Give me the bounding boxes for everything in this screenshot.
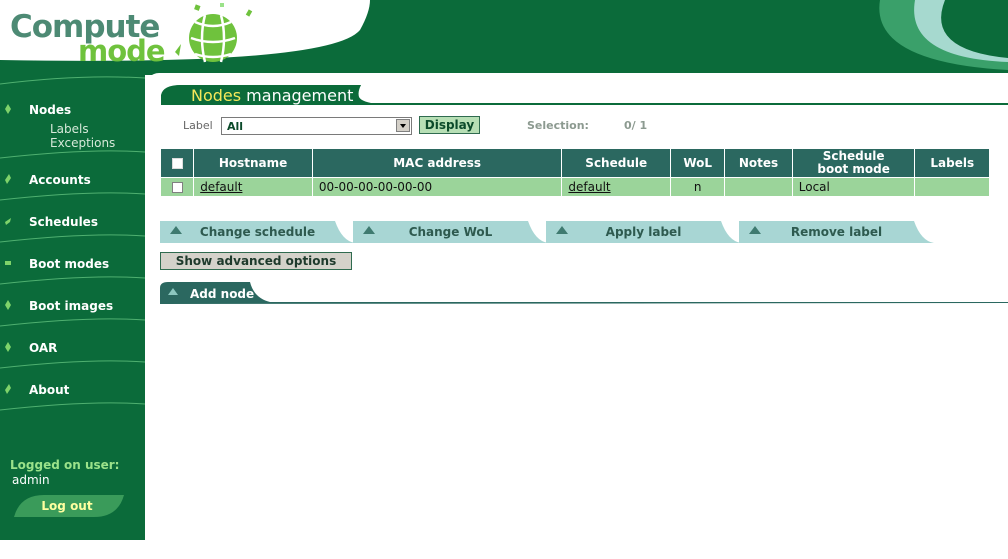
logo-text-mode: mode [78,34,166,68]
header-labels[interactable]: Labels [914,148,990,178]
logout-label: Log out [41,499,93,513]
nav-item-about[interactable]: About [0,381,140,401]
leaf-icon [5,342,11,352]
remove-label-label: Remove label [790,225,883,239]
label-filter-value: All [227,120,244,133]
table-header-row: Hostname MAC address Schedule WoL Notes … [159,148,990,178]
filter-row: Label All Display Selection: 0/ 1 [183,116,783,137]
select-all-header [159,148,195,178]
cell-notes [724,177,793,197]
nav-item-label: OAR [29,341,58,355]
row-select-cell [159,177,195,197]
apply-label-label: Apply label [605,225,682,239]
leaf-icon [5,261,11,265]
selection-count: 0/ 1 [624,119,648,132]
leaf-icon [5,218,11,225]
logged-on-label: Logged on user: [10,458,120,472]
sidebar: Nodes Labels Exceptions Accounts Schedul… [0,70,145,540]
nav-item-label: About [29,383,70,397]
add-node-button[interactable]: Add node [160,282,1008,304]
cell-boot-mode: Local [791,177,916,197]
cell-hostname: default [193,177,313,197]
label-filter-caption: Label [183,119,213,132]
nav-item-schedules[interactable]: Schedules [0,213,140,233]
nav-item-boot-images[interactable]: Boot images [0,297,140,317]
cell-mac-address: 00-00-00-00-00-00 [311,177,563,197]
label-filter-select[interactable]: All [221,117,412,135]
display-button[interactable]: Display [419,116,480,134]
nav-item-boot-modes[interactable]: Boot modes [0,255,140,275]
header-boot-line2: boot mode [817,162,890,176]
cell-schedule: default [561,177,672,197]
nav-subitem-labels[interactable]: Labels [50,122,89,136]
leaf-icon [5,384,11,394]
leaf-icon [5,300,11,310]
header: Compute mode [0,0,1008,75]
selection-caption: Selection: [527,119,589,132]
logout-button[interactable]: Log out [14,495,124,517]
cell-wol: n [670,177,726,197]
change-wol-label: Change WoL [408,225,493,239]
nav-item-oar[interactable]: OAR [0,339,140,359]
page-title-bar: Nodes management [161,83,1008,107]
cell-labels [914,177,990,197]
leaf-icon [5,104,11,114]
header-hostname[interactable]: Hostname [193,148,313,178]
dropdown-arrow-icon[interactable] [396,119,410,132]
nav-subitem-exceptions[interactable]: Exceptions [50,136,115,150]
header-boot-line1: Schedule [822,149,885,163]
change-schedule-label: Change schedule [199,225,316,239]
page-title: Nodes management [191,86,353,105]
nav-item-label: Accounts [29,173,91,187]
change-wol-button[interactable]: Change WoL [353,221,548,243]
change-schedule-button[interactable]: Change schedule [160,221,355,243]
nav-item-label: Boot images [29,299,114,313]
page-title-rest: management [241,86,354,105]
nav-item-nodes[interactable]: Nodes [0,101,140,121]
main-content: Nodes management Label All Display Selec… [145,73,1008,559]
show-advanced-options-button[interactable]: Show advanced options [160,252,352,270]
page-title-highlight: Nodes [191,86,242,105]
add-node-bar-shape [160,282,1008,304]
header-mac-address[interactable]: MAC address [311,148,563,178]
leaf-icon [5,174,11,184]
hostname-link[interactable]: default [200,180,242,194]
remove-label-button[interactable]: Remove label [739,221,934,243]
add-node-label: Add node [190,287,255,301]
nav-item-label: Nodes [29,103,72,117]
globe-logo-icon [175,3,253,63]
row-checkbox[interactable] [171,182,183,193]
nav-item-label: Boot modes [29,257,110,271]
nav-item-accounts[interactable]: Accounts [0,171,140,191]
logged-on-user: admin [12,473,50,487]
select-all-checkbox[interactable] [171,157,183,169]
table-row: default 00-00-00-00-00-00 default n Loca… [159,177,990,197]
header-schedule[interactable]: Schedule [561,148,672,178]
apply-label-button[interactable]: Apply label [546,221,741,243]
nav-item-label: Schedules [29,215,98,229]
schedule-link[interactable]: default [568,180,610,194]
nodes-table: Hostname MAC address Schedule WoL Notes … [159,148,990,197]
header-schedule-boot-mode[interactable]: Schedule boot mode [791,148,916,178]
header-notes[interactable]: Notes [724,148,793,178]
header-wol[interactable]: WoL [670,148,726,178]
